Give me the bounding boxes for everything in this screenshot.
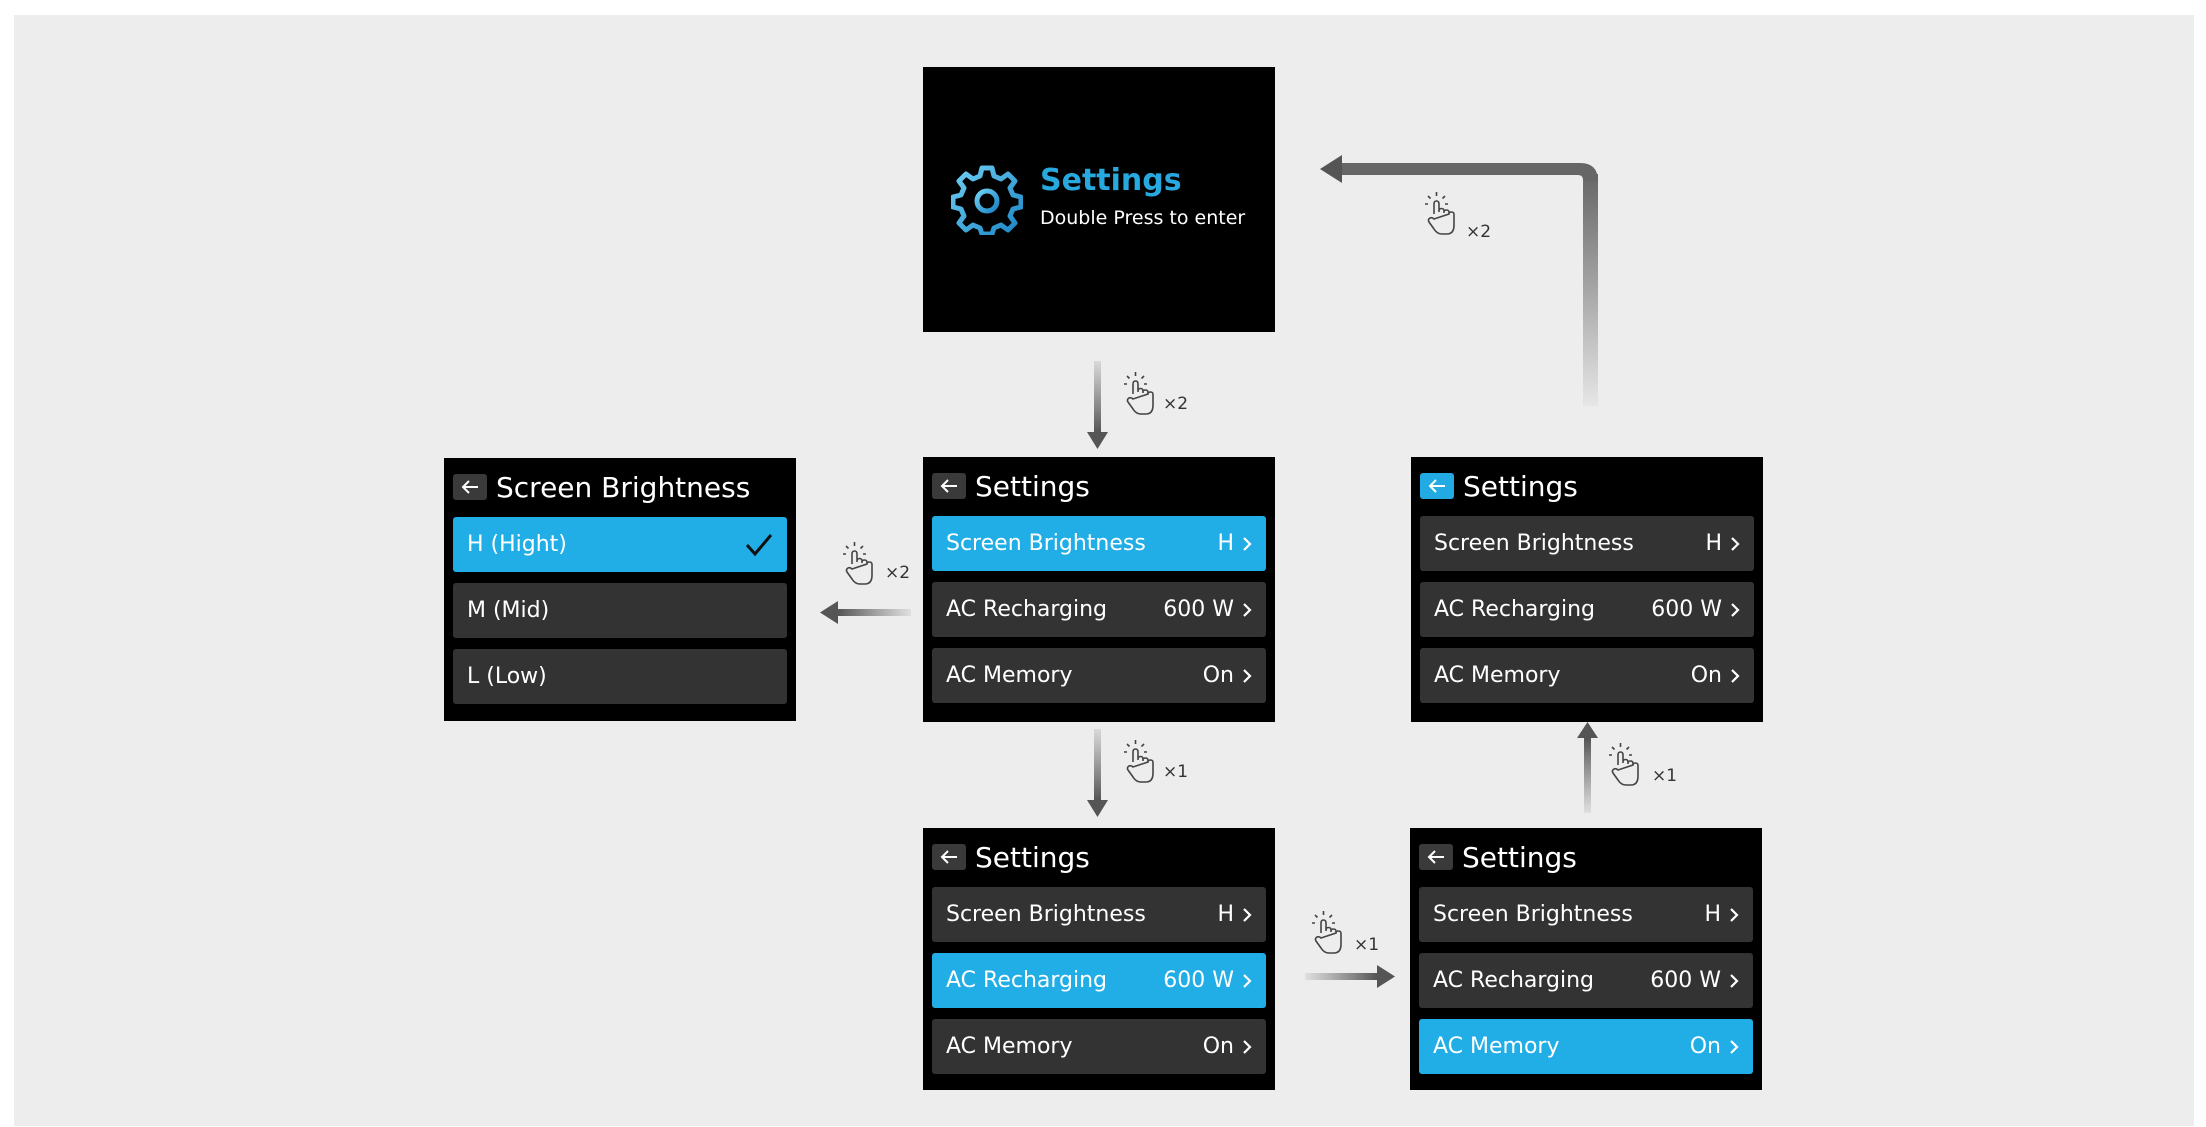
menu-item-ac-recharging[interactable]: AC Recharging 600 W (932, 953, 1266, 1008)
menu-item-label: Screen Brightness (946, 531, 1146, 556)
menu-item-label: Screen Brightness (1434, 531, 1634, 556)
menu-item-value: 600 W (1651, 597, 1722, 622)
option-label: L (Low) (467, 664, 547, 689)
menu-item-screen-brightness[interactable]: Screen Brightness H (1419, 887, 1753, 942)
menu-item-value: H (1217, 531, 1234, 556)
chevron-right-icon (1243, 907, 1252, 922)
menu-item-label: AC Memory (946, 1034, 1073, 1059)
menu-item-value: 600 W (1650, 968, 1721, 993)
arrow-left-icon (940, 479, 957, 493)
arrow-left-icon (940, 850, 957, 864)
screen-header: Settings (932, 469, 1266, 503)
menu-item-label: AC Memory (1433, 1034, 1560, 1059)
chevron-right-icon (1730, 973, 1739, 988)
menu-item-ac-memory[interactable]: AC Memory On (932, 648, 1266, 703)
screen-title: Settings (975, 469, 1090, 503)
menu-item-label: AC Recharging (1433, 968, 1595, 993)
menu-item-screen-brightness[interactable]: Screen Brightness H (1420, 516, 1754, 571)
settings-screen-b: Settings Screen Brightness H AC Rechargi… (923, 828, 1275, 1090)
back-button[interactable] (1420, 473, 1454, 499)
chevron-right-icon (1731, 536, 1740, 551)
menu-item-label: Screen Brightness (1433, 902, 1633, 927)
menu-item-label: Screen Brightness (946, 902, 1146, 927)
menu-item-ac-recharging[interactable]: AC Recharging 600 W (1419, 953, 1753, 1008)
brightness-option-low[interactable]: L (Low) (453, 649, 787, 704)
menu-item-label: AC Memory (946, 663, 1073, 688)
arrow-left-icon (1427, 850, 1444, 864)
menu-item-ac-memory[interactable]: AC Memory On (1419, 1019, 1753, 1074)
menu-item-value: On (1690, 663, 1722, 688)
menu-item-value: H (1704, 902, 1721, 927)
press-count: ×2 (1466, 222, 1492, 242)
menu-item-value: On (1689, 1034, 1721, 1059)
arrow-left-icon (1428, 479, 1445, 493)
settings-screen-d: Settings Screen Brightness H AC Rechargi… (1411, 457, 1763, 722)
option-label: H (Hight) (467, 532, 567, 557)
menu-item-value: On (1202, 1034, 1234, 1059)
press-count: ×2 (885, 563, 911, 583)
menu-item-label: AC Recharging (946, 597, 1108, 622)
menu-item-ac-memory[interactable]: AC Memory On (1420, 648, 1754, 703)
menu-item-value: 600 W (1163, 968, 1234, 993)
chevron-right-icon (1731, 602, 1740, 617)
menu-item-value: On (1202, 663, 1234, 688)
splash-title: Settings (1040, 163, 1182, 198)
splash-subtitle: Double Press to enter (1040, 207, 1246, 229)
menu-item-label: AC Memory (1434, 663, 1561, 688)
brightness-option-mid[interactable]: M (Mid) (453, 583, 787, 638)
chevron-right-icon (1243, 602, 1252, 617)
screen-title: Settings (975, 840, 1090, 874)
screen-title: Screen Brightness (496, 470, 751, 504)
chevron-right-icon (1243, 536, 1252, 551)
press-count: ×2 (1163, 394, 1189, 414)
option-label: M (Mid) (467, 598, 550, 623)
settings-screen-a: Settings Screen Brightness H AC Rechargi… (923, 457, 1275, 722)
settings-screen-c: Settings Screen Brightness H AC Rechargi… (1410, 828, 1762, 1090)
chevron-right-icon (1243, 1039, 1252, 1054)
back-button[interactable] (932, 844, 966, 870)
chevron-right-icon (1730, 1039, 1739, 1054)
chevron-right-icon (1243, 973, 1252, 988)
menu-item-value: H (1705, 531, 1722, 556)
menu-item-screen-brightness[interactable]: Screen Brightness H (932, 516, 1266, 571)
screen-header: Settings (1419, 840, 1753, 874)
arrow-left-icon (461, 480, 478, 494)
back-button[interactable] (932, 473, 966, 499)
chevron-right-icon (1730, 907, 1739, 922)
checkmark-icon (745, 533, 773, 556)
splash-screen: Settings Double Press to enter (923, 67, 1275, 332)
screen-header: Settings (932, 840, 1266, 874)
menu-item-value: 600 W (1163, 597, 1234, 622)
screen-title: Settings (1462, 840, 1577, 874)
back-button[interactable] (453, 474, 487, 500)
screen-title: Settings (1463, 469, 1578, 503)
menu-item-screen-brightness[interactable]: Screen Brightness H (932, 887, 1266, 942)
back-button[interactable] (1419, 844, 1453, 870)
menu-item-label: AC Recharging (946, 968, 1108, 993)
menu-item-label: AC Recharging (1434, 597, 1596, 622)
press-count: ×1 (1163, 762, 1189, 782)
chevron-right-icon (1731, 668, 1740, 683)
menu-item-ac-recharging[interactable]: AC Recharging 600 W (1420, 582, 1754, 637)
menu-item-value: H (1217, 902, 1234, 927)
menu-item-ac-memory[interactable]: AC Memory On (932, 1019, 1266, 1074)
press-count: ×1 (1652, 766, 1678, 786)
screen-header: Settings (1420, 469, 1754, 503)
press-count: ×1 (1354, 935, 1380, 955)
menu-item-ac-recharging[interactable]: AC Recharging 600 W (932, 582, 1266, 637)
brightness-screen: Screen Brightness H (Hight) M (Mid) L (L… (444, 458, 796, 721)
chevron-right-icon (1243, 668, 1252, 683)
gear-icon (951, 165, 1023, 235)
brightness-option-high[interactable]: H (Hight) (453, 517, 787, 572)
screen-header: Screen Brightness (453, 470, 787, 504)
